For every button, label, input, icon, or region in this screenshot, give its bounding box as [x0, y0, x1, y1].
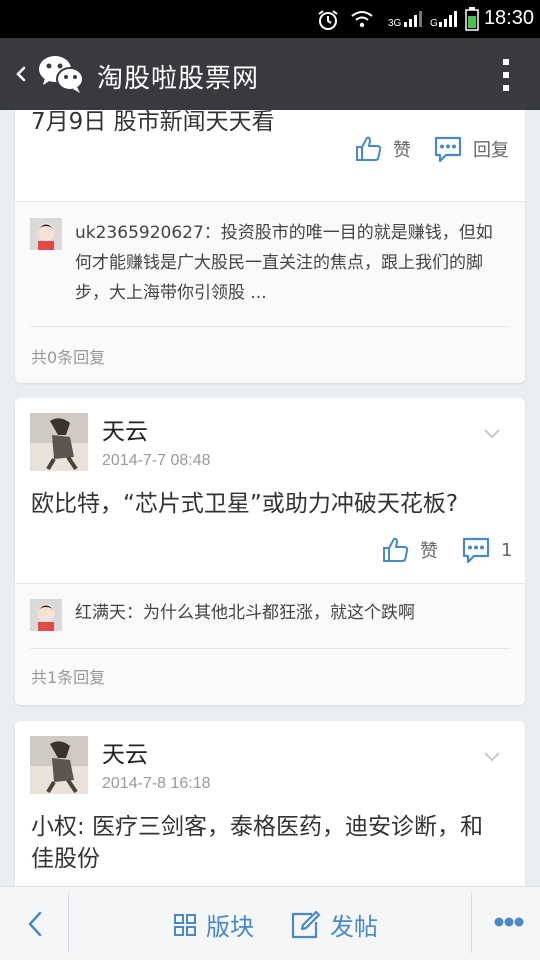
reply-count[interactable]: 共1条回复 [31, 664, 105, 688]
signal-g-icon: G [430, 11, 457, 28]
wifi-icon [351, 11, 373, 28]
comment-colon: ： [126, 603, 143, 623]
battery-icon [465, 7, 479, 31]
like-label: 赞 [393, 140, 411, 161]
post-date: 2014-7-7 08:48 [102, 452, 211, 469]
post-author[interactable]: 天云 [102, 735, 148, 769]
divider [68, 893, 69, 953]
divider [30, 326, 510, 327]
post-label: 发帖 [330, 913, 378, 941]
post-text-line: 佳股份 [31, 846, 100, 872]
section-button[interactable]: 版块 [174, 907, 254, 942]
post-text[interactable]: 欧比特，“芯片式卫星”或助力冲破天花板? [31, 488, 458, 520]
status-bar: 3G G 18:30 [0, 0, 540, 38]
post-date: 2014-7-8 16:18 [102, 775, 211, 792]
comment-icon [462, 537, 490, 564]
post-card[interactable]: 天云 2014-7-7 08:48 欧比特，“芯片式卫星”或助力冲破天花板? 赞… [15, 398, 525, 705]
alarm-icon [318, 10, 338, 30]
bottom-bar: 版块 发帖 [0, 886, 540, 960]
post-card[interactable]: 天云 2014-7-8 16:18 小权: 医疗三剑客，泰格医药，迪安诊断，和 … [15, 721, 525, 886]
more-vertical-icon[interactable] [502, 58, 510, 92]
new-post-button[interactable]: 发帖 [290, 907, 378, 942]
post-list[interactable]: 7月9日 股市新闻天天看 赞 回复 uk2365920627：投资股市的唯一目的… [0, 110, 540, 886]
reply-button[interactable]: 1 [461, 535, 512, 565]
comment-list: 红满天：为什么其他北斗都狂涨，就这个跌啊 共1条回复 [15, 584, 525, 705]
post-card[interactable]: 7月9日 股市新闻天天看 赞 回复 uk2365920627：投资股市的唯一目的… [15, 110, 525, 383]
chevron-down-icon[interactable] [483, 428, 501, 440]
post-text-line: 小权: 医疗三剑客，泰格医药，迪安诊断，和 [31, 814, 484, 840]
avatar[interactable] [30, 413, 88, 471]
thumbs-up-icon [383, 537, 409, 562]
svg-text:G: G [430, 18, 438, 28]
reply-count[interactable]: 共0条回复 [31, 344, 105, 368]
comment-item[interactable]: uk2365920627：投资股市的唯一目的就是赚钱，但如何才能赚钱是广大股民一… [75, 218, 507, 308]
comment-text: 为什么其他北斗都狂涨，就这个跌啊 [143, 603, 415, 623]
post-author[interactable]: 天云 [102, 412, 148, 446]
chevron-left-icon[interactable] [24, 909, 46, 939]
wechat-icon [39, 56, 84, 93]
like-button[interactable]: 赞 [355, 135, 411, 163]
reply-button[interactable]: 回复 [433, 134, 509, 164]
thumbs-up-icon [356, 136, 382, 161]
reply-count-label: 1 [501, 539, 513, 561]
post-text[interactable]: 7月9日 股市新闻天天看 [31, 110, 275, 138]
avatar[interactable] [30, 599, 62, 631]
chevron-down-icon[interactable] [483, 751, 501, 763]
signal-3g-icon: 3G [388, 11, 422, 28]
divider [30, 648, 510, 649]
comment-author[interactable]: 红满天 [75, 603, 126, 623]
chevron-left-icon[interactable] [12, 60, 32, 88]
divider [471, 893, 472, 953]
comment-colon: ： [203, 223, 221, 243]
avatar[interactable] [30, 736, 88, 794]
more-horizontal-icon[interactable] [494, 915, 524, 929]
edit-icon [291, 910, 320, 938]
comment-list: uk2365920627：投资股市的唯一目的就是赚钱，但如何才能赚钱是广大股民一… [15, 202, 525, 383]
comment-icon [434, 136, 462, 163]
comment-author[interactable]: uk2365920627 [75, 223, 204, 243]
comment-item[interactable]: 红满天：为什么其他北斗都狂涨，就这个跌啊 [75, 598, 507, 628]
status-time: 18:30 [483, 7, 534, 29]
reply-label: 回复 [473, 140, 509, 161]
svg-text:3G: 3G [388, 18, 402, 28]
avatar[interactable] [30, 218, 62, 250]
title-bar: 淘股啦股票网 [0, 38, 540, 110]
post-text[interactable]: 小权: 医疗三剑客，泰格医药，迪安诊断，和 佳股份 [31, 811, 483, 875]
page-title: 淘股啦股票网 [97, 64, 260, 94]
section-label: 版块 [206, 913, 254, 941]
like-button[interactable]: 赞 [382, 536, 438, 564]
like-label: 赞 [420, 541, 438, 562]
grid-icon [174, 913, 196, 936]
